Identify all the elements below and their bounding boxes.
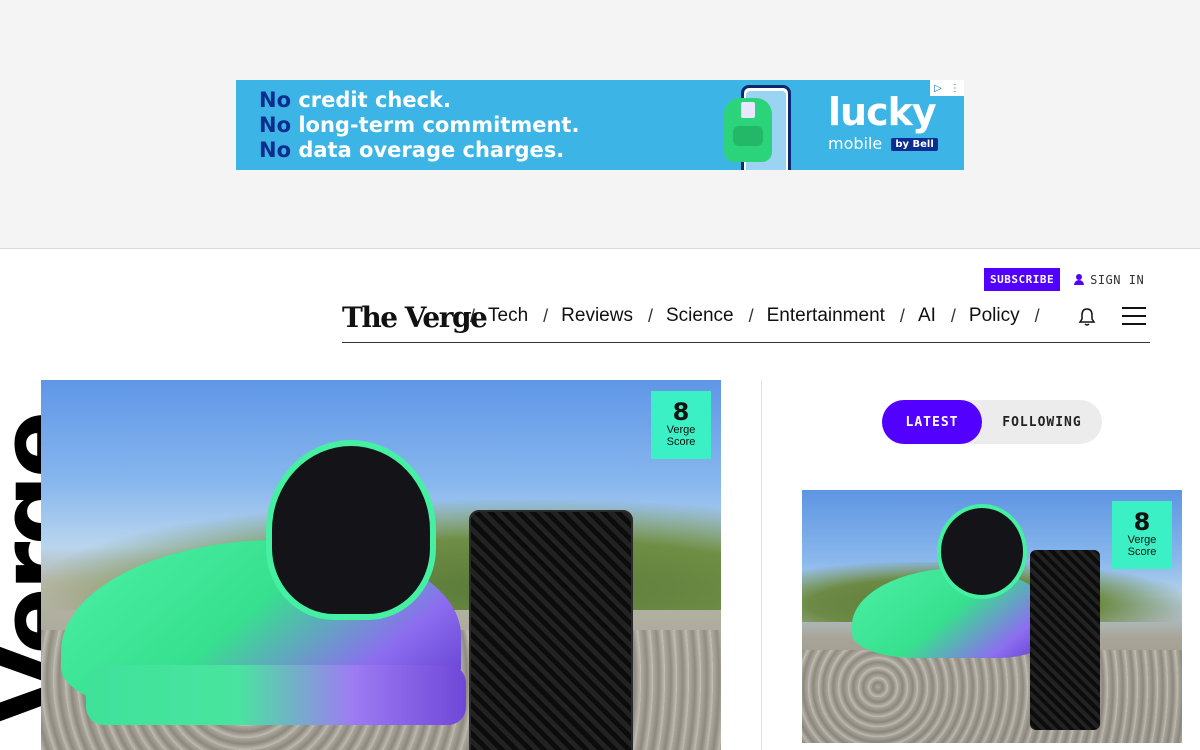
ad-brand-sub: mobile by Bell [828, 134, 938, 153]
ad-zone: No credit check. No long-term commitment… [0, 0, 1200, 249]
account-links: SUBSCRIBE SIGN IN [984, 268, 1144, 291]
nav-item-ai[interactable]: / AI [900, 305, 936, 327]
site-logo[interactable]: The Verge [342, 301, 488, 334]
verge-score-badge: 8 Verge Score [651, 391, 711, 459]
ad-line-2: No long-term commitment. [259, 113, 580, 137]
feed-toggle: LATEST FOLLOWING [882, 400, 1102, 444]
nav-menu: / Tech / Reviews / Science / Entertainment /… [470, 305, 1068, 327]
column-divider [761, 380, 762, 750]
ad-banner[interactable]: No credit check. No long-term commitment… [236, 80, 964, 170]
nav-item-reviews[interactable]: / Reviews [543, 305, 633, 327]
notification-bell-icon[interactable] [1078, 307, 1096, 327]
hamburger-menu-icon[interactable] [1122, 307, 1146, 325]
more-dots-icon: ⋮ [949, 82, 960, 94]
person-icon [1074, 274, 1085, 285]
tab-latest[interactable]: LATEST [882, 400, 982, 444]
side-story-image[interactable]: 8 Verge Score [802, 490, 1182, 743]
ad-brand-logo: lucky [828, 90, 937, 134]
ad-copy: No credit check. No long-term commitment… [259, 88, 579, 163]
ad-line-1: No credit check. [259, 88, 451, 112]
hero-story-image[interactable]: 8 Verge Score [41, 380, 721, 750]
nav-item-science[interactable]: / Science [648, 305, 734, 327]
adchoices-icon[interactable]: ▷ ⋮ [930, 80, 964, 96]
nav-separator-end: / [1034, 305, 1040, 326]
verge-score-badge: 8 Verge Score [1112, 501, 1172, 569]
subscribe-button[interactable]: SUBSCRIBE [984, 268, 1061, 291]
sign-in-link[interactable]: SIGN IN [1074, 273, 1144, 287]
nav-item-entertainment[interactable]: / Entertainment [749, 305, 885, 327]
bell-badge: by Bell [891, 138, 938, 151]
tab-following[interactable]: FOLLOWING [982, 400, 1102, 444]
nav-item-tech[interactable]: / Tech [470, 305, 528, 327]
main-navbar: The Verge / Tech / Reviews / Science / Enter… [342, 296, 1150, 343]
ad-line-3: No data overage charges. [259, 138, 565, 162]
nav-item-policy[interactable]: / Policy [951, 305, 1020, 327]
sign-in-label: SIGN IN [1090, 272, 1145, 287]
play-triangle-icon: ▷ [934, 82, 942, 94]
backpack-graphic [724, 98, 772, 162]
